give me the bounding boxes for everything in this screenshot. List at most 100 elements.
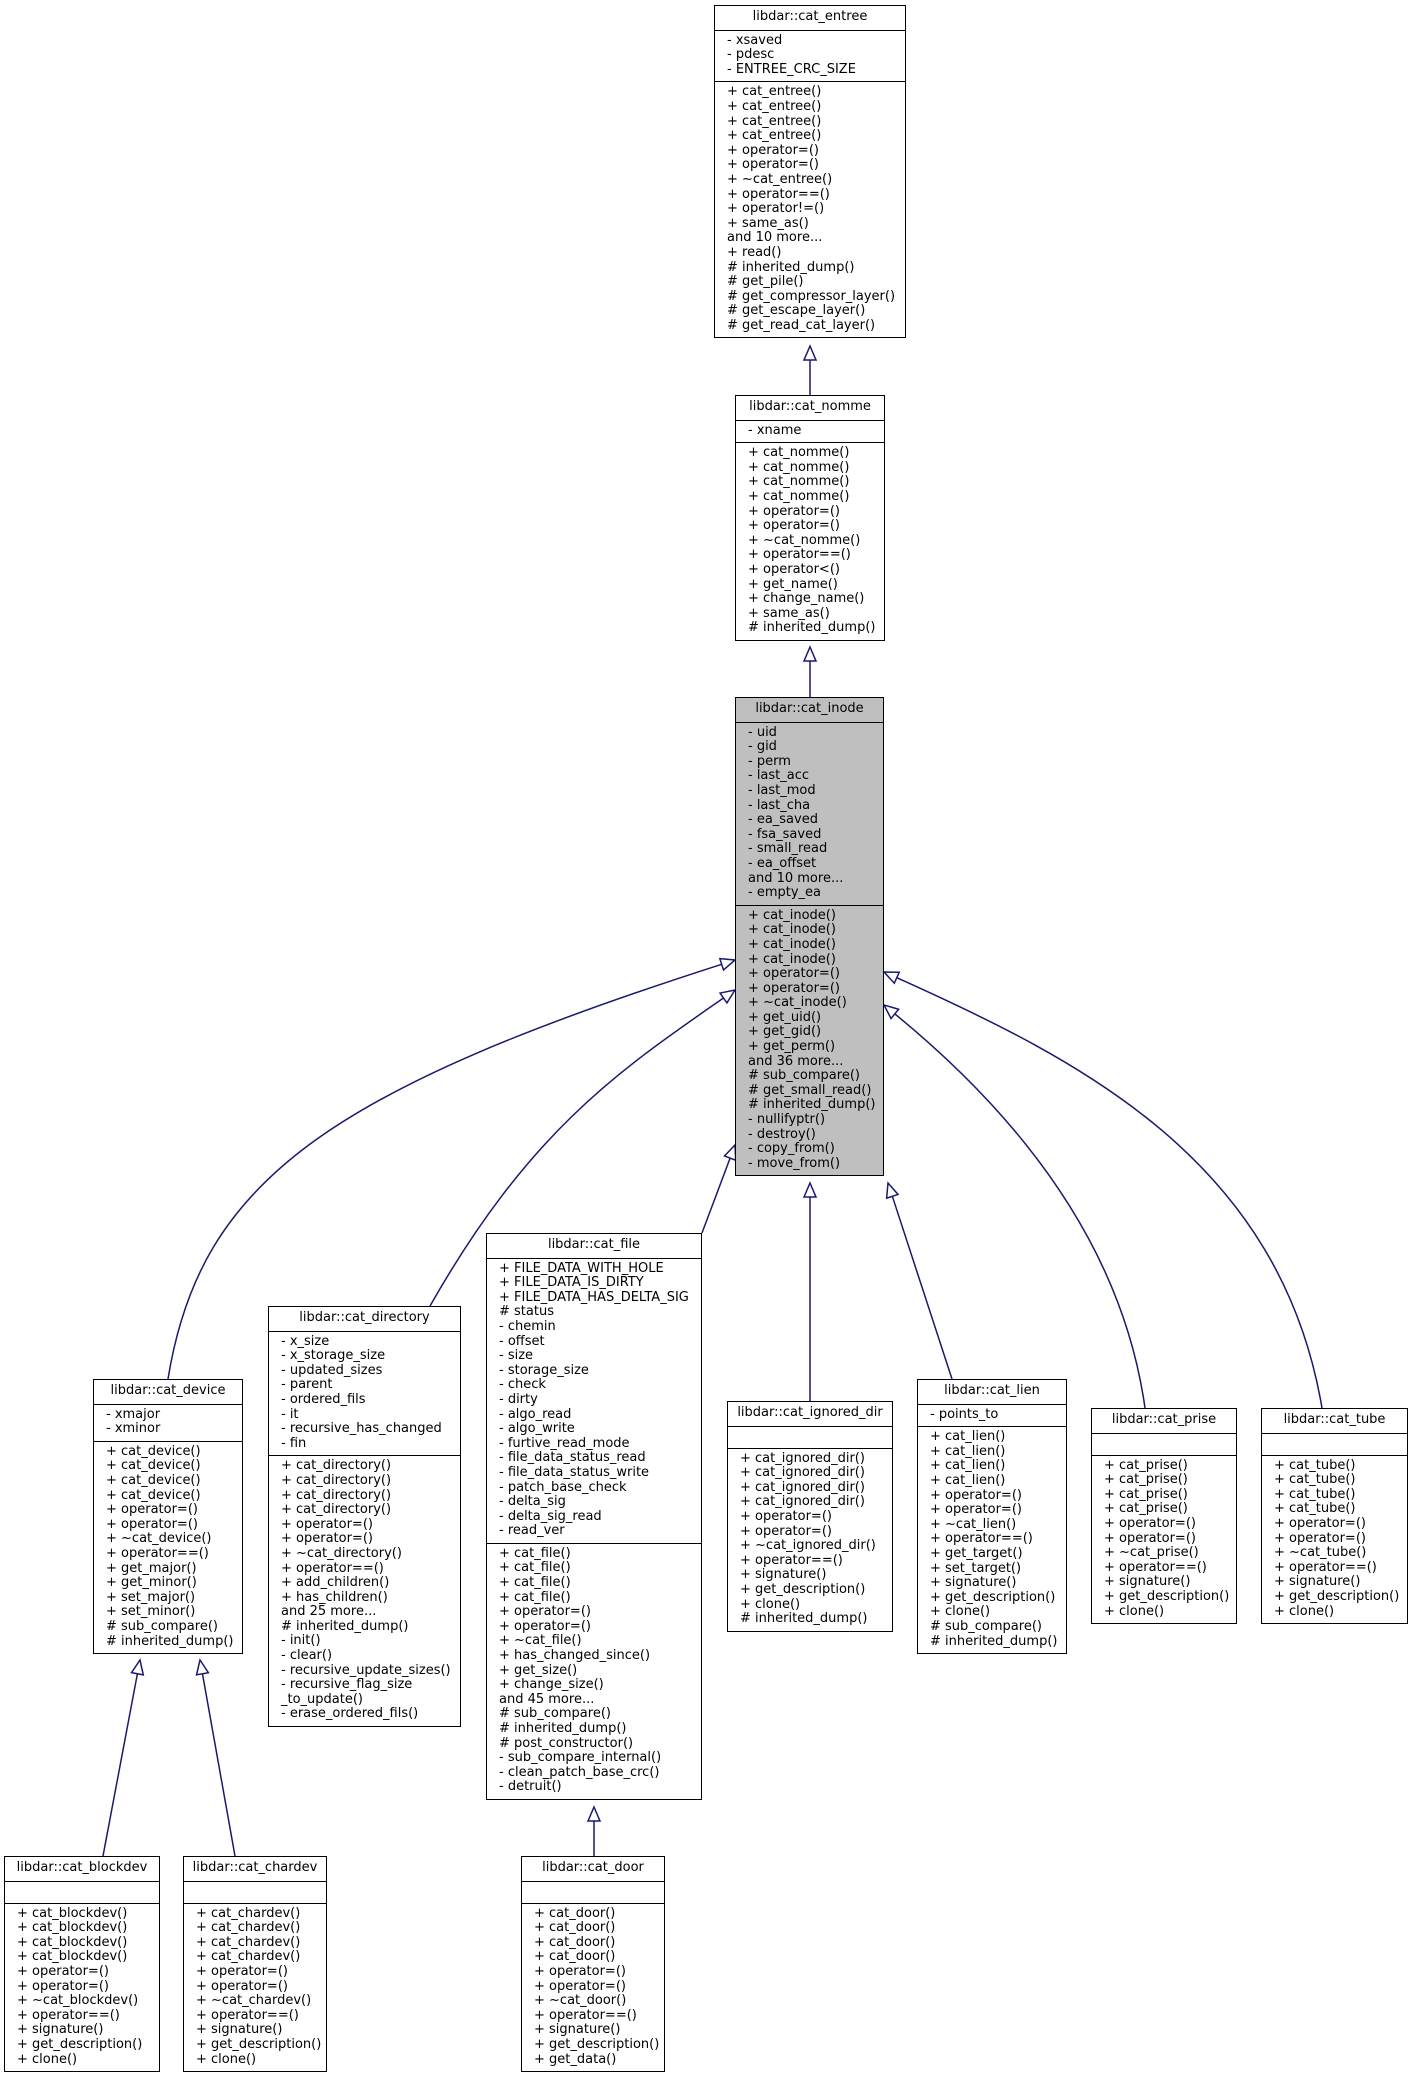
method-item[interactable]: # sub_compare() <box>499 1707 695 1722</box>
method-item[interactable]: + operator=() <box>1104 1531 1230 1547</box>
method-item[interactable]: + operator=() <box>499 1605 695 1620</box>
method-item[interactable]: - recursive_update_sizes() <box>281 1663 454 1679</box>
method-item[interactable]: + ~cat_file() <box>499 1634 695 1649</box>
method-item[interactable]: + cat_inode() <box>748 952 877 968</box>
method-item[interactable]: # inherited_dump() <box>106 1634 236 1650</box>
attribute-item[interactable]: - parent <box>281 1378 454 1393</box>
method-item[interactable]: + get_uid() <box>748 1010 877 1026</box>
method-item[interactable]: + ~cat_tube() <box>1274 1546 1401 1561</box>
attribute-item[interactable]: - dirty <box>499 1392 695 1408</box>
method-item[interactable]: + cat_lien() <box>930 1444 1060 1460</box>
method-item[interactable]: + operator=() <box>281 1532 454 1547</box>
method-item[interactable]: + operator=() <box>106 1503 236 1518</box>
method-item[interactable]: + operator=() <box>748 519 878 534</box>
method-item[interactable]: + signature() <box>930 1576 1060 1591</box>
class-title[interactable]: libdar::cat_prise <box>1092 1409 1236 1434</box>
method-item[interactable]: + add_children() <box>281 1575 454 1591</box>
method-item[interactable]: + cat_nomme() <box>748 489 878 505</box>
method-item[interactable]: + operator=() <box>930 1503 1060 1518</box>
method-item[interactable]: + cat_lien() <box>930 1473 1060 1489</box>
method-item[interactable]: + cat_file() <box>499 1575 695 1591</box>
method-item[interactable]: + cat_lien() <box>930 1459 1060 1474</box>
method-item[interactable]: + ~cat_entree() <box>727 172 899 188</box>
class-box-cat-chardev[interactable]: libdar::cat_chardev + cat_chardev() + cat_… <box>183 1856 327 2073</box>
attribute-item[interactable]: - check <box>499 1378 695 1393</box>
class-title[interactable]: libdar::cat_tube <box>1262 1409 1407 1434</box>
method-item[interactable]: + get_description() <box>740 1582 886 1598</box>
method-item[interactable]: + cat_nomme() <box>748 446 878 461</box>
method-item[interactable]: + operator=() <box>1274 1531 1401 1547</box>
class-box-cat-door[interactable]: libdar::cat_door + cat_door() + cat_door()… <box>521 1856 665 2073</box>
method-item[interactable]: + cat_chardev() <box>196 1921 320 1936</box>
method-item[interactable]: + cat_directory() <box>281 1503 454 1518</box>
attribute-item[interactable]: - size <box>499 1349 695 1364</box>
method-item[interactable]: + cat_device() <box>106 1444 236 1460</box>
attribute-item[interactable]: - read_ver <box>499 1524 695 1539</box>
method-item[interactable]: + clone() <box>1104 1604 1230 1620</box>
method-item[interactable]: # inherited_dump() <box>727 260 899 276</box>
method-item[interactable]: + operator=() <box>281 1517 454 1533</box>
class-title[interactable]: libdar::cat_ignored_dir <box>728 1402 892 1427</box>
method-item[interactable]: + cat_nomme() <box>748 475 878 490</box>
method-item[interactable]: + operator=() <box>748 504 878 520</box>
method-item[interactable]: + cat_tube() <box>1274 1458 1401 1474</box>
method-item[interactable]: + ~cat_lien() <box>930 1517 1060 1533</box>
method-item[interactable]: + has_changed_since() <box>499 1648 695 1664</box>
attribute-item[interactable]: - ENTREE_CRC_SIZE <box>727 62 899 78</box>
method-item[interactable]: + cat_ignored_dir() <box>740 1466 886 1481</box>
method-item[interactable]: + cat_blockdev() <box>17 1921 153 1936</box>
method-item[interactable]: + operator=() <box>196 1979 320 1995</box>
method-item[interactable]: # inherited_dump() <box>740 1612 886 1627</box>
method-item[interactable]: + cat_file() <box>499 1590 695 1606</box>
method-item[interactable]: + signature() <box>196 2023 320 2038</box>
method-item[interactable]: + get_target() <box>930 1546 1060 1562</box>
method-item[interactable]: + cat_inode() <box>748 937 877 953</box>
method-item[interactable]: + cat_nomme() <box>748 460 878 476</box>
attribute-item[interactable]: - ea_offset <box>748 856 877 872</box>
more-members-link[interactable]: and 10 more... <box>727 231 899 246</box>
method-item[interactable]: - nullifyptr() <box>748 1112 877 1128</box>
method-item[interactable]: - init() <box>281 1634 454 1649</box>
class-box-cat-entree[interactable]: libdar::cat_entree - xsaved - pdesc - ENTRE… <box>714 5 906 339</box>
attribute-item[interactable]: - file_data_status_write <box>499 1465 695 1481</box>
method-item[interactable]: + cat_inode() <box>748 923 877 938</box>
method-item[interactable]: + signature() <box>17 2023 153 2038</box>
method-item[interactable]: - recursive_flag_size <box>281 1678 454 1693</box>
class-title[interactable]: libdar::cat_door <box>522 1857 664 1882</box>
class-title[interactable]: libdar::cat_directory <box>269 1307 460 1332</box>
method-item[interactable]: # sub_compare() <box>106 1619 236 1635</box>
attribute-item[interactable]: - it <box>281 1407 454 1423</box>
method-item[interactable]: + cat_entree() <box>727 99 899 115</box>
method-item[interactable]: + same_as() <box>727 216 899 232</box>
attribute-item[interactable]: - delta_sig_read <box>499 1509 695 1525</box>
method-item[interactable]: + operator==() <box>1274 1560 1401 1576</box>
method-item[interactable]: + same_as() <box>748 606 878 622</box>
attribute-item[interactable]: - uid <box>748 725 877 741</box>
class-box-cat-directory[interactable]: libdar::cat_directory - x_size - x_storage… <box>268 1306 461 1728</box>
class-box-cat-device[interactable]: libdar::cat_device - xmajor - xminor + cat_… <box>93 1379 243 1655</box>
method-item[interactable]: + signature() <box>1274 1575 1401 1590</box>
method-item[interactable]: + operator=() <box>17 1979 153 1995</box>
method-item[interactable]: + clone() <box>1274 1604 1401 1620</box>
attribute-item[interactable]: + FILE_DATA_HAS_DELTA_SIG <box>499 1290 695 1306</box>
method-item[interactable]: # inherited_dump() <box>930 1634 1060 1650</box>
attribute-item[interactable]: - file_data_status_read <box>499 1451 695 1466</box>
class-title[interactable]: libdar::cat_inode <box>736 698 883 723</box>
method-item[interactable]: + operator=() <box>17 1964 153 1980</box>
method-item[interactable]: + cat_ignored_dir() <box>740 1451 886 1467</box>
attribute-item[interactable]: - gid <box>748 740 877 755</box>
attribute-item[interactable]: - last_mod <box>748 783 877 799</box>
method-item[interactable]: # post_constructor() <box>499 1736 695 1752</box>
class-box-cat-blockdev[interactable]: libdar::cat_blockdev + cat_blockdev() + ca… <box>4 1856 160 2073</box>
method-item[interactable]: + signature() <box>740 1568 886 1583</box>
method-item[interactable]: + cat_device() <box>106 1488 236 1504</box>
method-item[interactable]: # get_escape_layer() <box>727 304 899 319</box>
method-item[interactable]: - clear() <box>281 1648 454 1664</box>
attribute-item[interactable]: - chemin <box>499 1319 695 1335</box>
attribute-item[interactable]: + FILE_DATA_IS_DIRTY <box>499 1276 695 1291</box>
class-box-cat-file[interactable]: libdar::cat_file + FILE_DATA_WITH_HOLE + F… <box>486 1233 702 1800</box>
attribute-item[interactable]: - perm <box>748 754 877 770</box>
method-item[interactable]: + cat_tube() <box>1274 1473 1401 1488</box>
method-item[interactable]: + cat_door() <box>534 1950 658 1965</box>
attribute-item[interactable]: # status <box>499 1305 695 1320</box>
